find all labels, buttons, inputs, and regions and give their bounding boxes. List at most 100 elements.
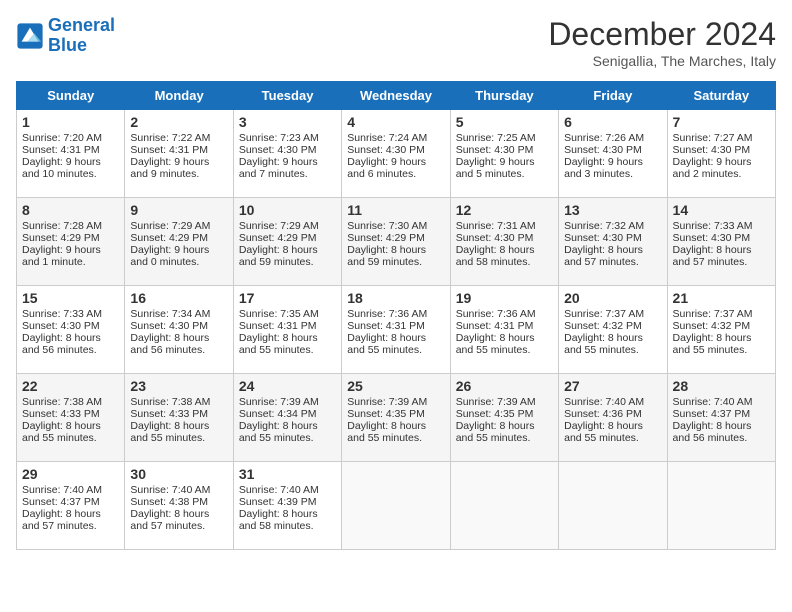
sunset-text: Sunset: 4:31 PM [347, 320, 444, 332]
day-cell [667, 462, 775, 550]
day-cell: 3Sunrise: 7:23 AMSunset: 4:30 PMDaylight… [233, 110, 341, 198]
day-cell: 30Sunrise: 7:40 AMSunset: 4:38 PMDayligh… [125, 462, 233, 550]
day-number: 8 [22, 202, 119, 218]
sunset-text: Sunset: 4:31 PM [130, 144, 227, 156]
day-number: 17 [239, 290, 336, 306]
page-header: General Blue December 2024 Senigallia, T… [16, 16, 776, 69]
daylight-text: Daylight: 8 hours and 57 minutes. [22, 508, 119, 532]
sunset-text: Sunset: 4:30 PM [564, 232, 661, 244]
week-row-2: 8Sunrise: 7:28 AMSunset: 4:29 PMDaylight… [17, 198, 776, 286]
sunset-text: Sunset: 4:30 PM [130, 320, 227, 332]
day-number: 21 [673, 290, 770, 306]
day-number: 5 [456, 114, 553, 130]
day-cell: 14Sunrise: 7:33 AMSunset: 4:30 PMDayligh… [667, 198, 775, 286]
sunrise-text: Sunrise: 7:33 AM [22, 308, 119, 320]
day-number: 31 [239, 466, 336, 482]
daylight-text: Daylight: 8 hours and 55 minutes. [239, 420, 336, 444]
day-number: 6 [564, 114, 661, 130]
day-cell: 15Sunrise: 7:33 AMSunset: 4:30 PMDayligh… [17, 286, 125, 374]
sunrise-text: Sunrise: 7:36 AM [347, 308, 444, 320]
sunrise-text: Sunrise: 7:29 AM [239, 220, 336, 232]
logo-line1: General [48, 15, 115, 35]
sunset-text: Sunset: 4:31 PM [456, 320, 553, 332]
month-title: December 2024 [548, 16, 776, 53]
sunrise-text: Sunrise: 7:40 AM [22, 484, 119, 496]
sunset-text: Sunset: 4:30 PM [456, 144, 553, 156]
sunrise-text: Sunrise: 7:40 AM [673, 396, 770, 408]
day-number: 16 [130, 290, 227, 306]
sunset-text: Sunset: 4:37 PM [673, 408, 770, 420]
sunset-text: Sunset: 4:31 PM [239, 320, 336, 332]
day-cell: 18Sunrise: 7:36 AMSunset: 4:31 PMDayligh… [342, 286, 450, 374]
sunrise-text: Sunrise: 7:40 AM [239, 484, 336, 496]
day-cell: 17Sunrise: 7:35 AMSunset: 4:31 PMDayligh… [233, 286, 341, 374]
daylight-text: Daylight: 8 hours and 55 minutes. [673, 332, 770, 356]
day-cell: 20Sunrise: 7:37 AMSunset: 4:32 PMDayligh… [559, 286, 667, 374]
sunset-text: Sunset: 4:30 PM [456, 232, 553, 244]
sunrise-text: Sunrise: 7:39 AM [347, 396, 444, 408]
daylight-text: Daylight: 8 hours and 57 minutes. [673, 244, 770, 268]
daylight-text: Daylight: 8 hours and 55 minutes. [456, 332, 553, 356]
day-cell: 13Sunrise: 7:32 AMSunset: 4:30 PMDayligh… [559, 198, 667, 286]
day-cell: 8Sunrise: 7:28 AMSunset: 4:29 PMDaylight… [17, 198, 125, 286]
daylight-text: Daylight: 8 hours and 55 minutes. [22, 420, 119, 444]
daylight-text: Daylight: 8 hours and 59 minutes. [347, 244, 444, 268]
day-number: 29 [22, 466, 119, 482]
sunset-text: Sunset: 4:34 PM [239, 408, 336, 420]
day-cell: 6Sunrise: 7:26 AMSunset: 4:30 PMDaylight… [559, 110, 667, 198]
sunset-text: Sunset: 4:30 PM [673, 232, 770, 244]
daylight-text: Daylight: 8 hours and 56 minutes. [130, 332, 227, 356]
header-cell-thursday: Thursday [450, 82, 558, 110]
sunrise-text: Sunrise: 7:38 AM [130, 396, 227, 408]
daylight-text: Daylight: 9 hours and 10 minutes. [22, 156, 119, 180]
sunrise-text: Sunrise: 7:40 AM [564, 396, 661, 408]
sunset-text: Sunset: 4:30 PM [564, 144, 661, 156]
sunrise-text: Sunrise: 7:23 AM [239, 132, 336, 144]
sunrise-text: Sunrise: 7:30 AM [347, 220, 444, 232]
day-cell: 28Sunrise: 7:40 AMSunset: 4:37 PMDayligh… [667, 374, 775, 462]
daylight-text: Daylight: 8 hours and 58 minutes. [456, 244, 553, 268]
sunrise-text: Sunrise: 7:38 AM [22, 396, 119, 408]
day-number: 26 [456, 378, 553, 394]
sunset-text: Sunset: 4:35 PM [456, 408, 553, 420]
sunset-text: Sunset: 4:29 PM [22, 232, 119, 244]
day-cell: 16 Sunrise: 7:34 AMSunset: 4:30 PMDayligh… [125, 286, 233, 374]
header-cell-sunday: Sunday [17, 82, 125, 110]
header-cell-saturday: Saturday [667, 82, 775, 110]
day-cell [559, 462, 667, 550]
day-cell: 25Sunrise: 7:39 AMSunset: 4:35 PMDayligh… [342, 374, 450, 462]
day-number: 10 [239, 202, 336, 218]
sunset-text: Sunset: 4:31 PM [22, 144, 119, 156]
daylight-text: Daylight: 9 hours and 9 minutes. [130, 156, 227, 180]
sunrise-text: Sunrise: 7:27 AM [673, 132, 770, 144]
logo-icon [16, 22, 44, 50]
sunset-text: Sunset: 4:33 PM [22, 408, 119, 420]
day-cell: 22 Sunrise: 7:38 AMSunset: 4:33 PMDayligh… [17, 374, 125, 462]
day-cell: 7Sunrise: 7:27 AMSunset: 4:30 PMDaylight… [667, 110, 775, 198]
day-cell: 19Sunrise: 7:36 AMSunset: 4:31 PMDayligh… [450, 286, 558, 374]
day-number: 22 [22, 378, 119, 394]
day-cell: 21Sunrise: 7:37 AMSunset: 4:32 PMDayligh… [667, 286, 775, 374]
day-cell: 26Sunrise: 7:39 AMSunset: 4:35 PMDayligh… [450, 374, 558, 462]
daylight-text: Daylight: 8 hours and 57 minutes. [564, 244, 661, 268]
day-cell: 12Sunrise: 7:31 AMSunset: 4:30 PMDayligh… [450, 198, 558, 286]
daylight-text: Daylight: 8 hours and 58 minutes. [239, 508, 336, 532]
sunset-text: Sunset: 4:30 PM [347, 144, 444, 156]
daylight-text: Daylight: 8 hours and 56 minutes. [673, 420, 770, 444]
day-number: 2 [130, 114, 227, 130]
sunset-text: Sunset: 4:30 PM [239, 144, 336, 156]
day-cell [450, 462, 558, 550]
day-number: 27 [564, 378, 661, 394]
day-cell: 2Sunrise: 7:22 AMSunset: 4:31 PMDaylight… [125, 110, 233, 198]
daylight-text: Daylight: 9 hours and 0 minutes. [130, 244, 227, 268]
sunset-text: Sunset: 4:37 PM [22, 496, 119, 508]
sunrise-text: Sunrise: 7:34 AM [130, 308, 227, 320]
day-number: 19 [456, 290, 553, 306]
day-cell: 24Sunrise: 7:39 AMSunset: 4:34 PMDayligh… [233, 374, 341, 462]
sunrise-text: Sunrise: 7:32 AM [564, 220, 661, 232]
daylight-text: Daylight: 8 hours and 55 minutes. [347, 420, 444, 444]
day-cell: 10Sunrise: 7:29 AMSunset: 4:29 PMDayligh… [233, 198, 341, 286]
calendar-header: SundayMondayTuesdayWednesdayThursdayFrid… [17, 82, 776, 110]
logo-text: General Blue [48, 16, 115, 56]
day-cell [342, 462, 450, 550]
